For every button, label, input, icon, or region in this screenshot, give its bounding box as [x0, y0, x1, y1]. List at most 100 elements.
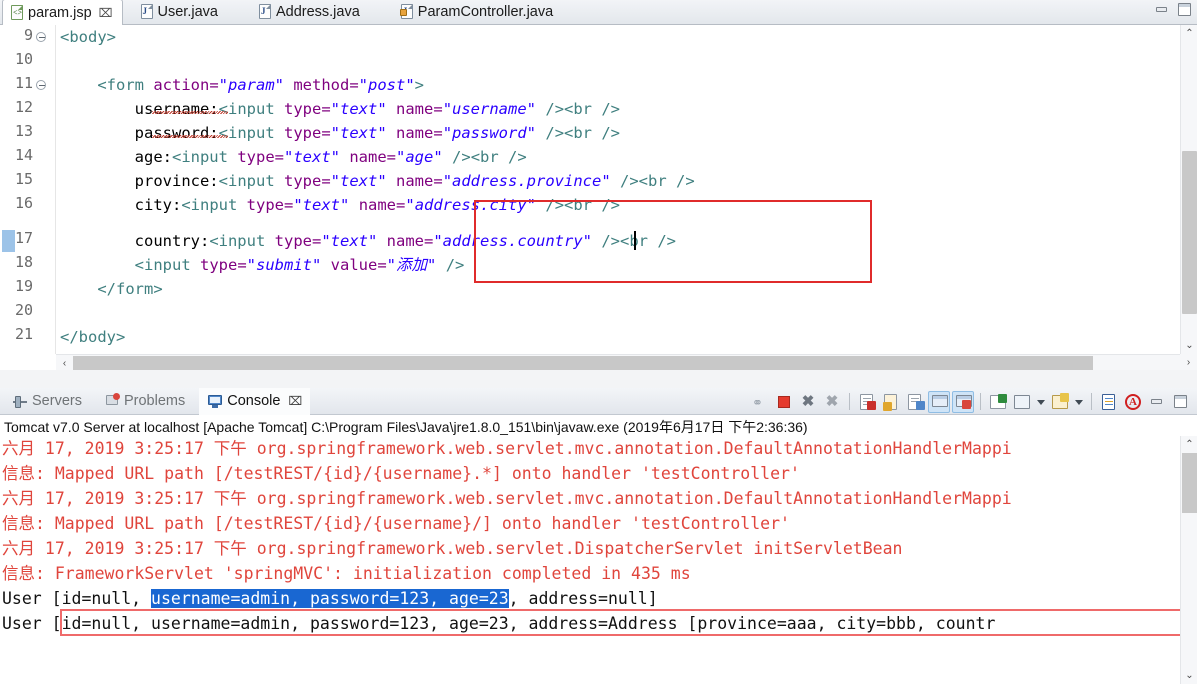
- pin-console-icon[interactable]: [987, 391, 1009, 413]
- scrollbar-thumb[interactable]: [1182, 453, 1197, 513]
- link-with-editor-icon[interactable]: ⚭: [749, 391, 771, 413]
- scrollbar-thumb[interactable]: [73, 356, 1093, 370]
- scroll-down-icon[interactable]: ⌄: [1181, 337, 1197, 354]
- editor-tab-address-java[interactable]: J Address.java: [251, 0, 369, 24]
- java-file-icon: J: [140, 4, 154, 19]
- remove-all-terminated-icon[interactable]: ✖: [821, 391, 843, 413]
- console-log-line: 信息: Mapped URL path [/testREST/{id}/{use…: [2, 464, 800, 483]
- code-line-9: <body>: [60, 28, 116, 46]
- close-icon[interactable]: ⌧: [99, 6, 113, 20]
- line-number: 17: [14, 229, 33, 247]
- user-line-prefix: User [id=null,: [2, 589, 152, 608]
- line-number: 14: [14, 146, 33, 164]
- toolbar-separator: [1091, 393, 1092, 410]
- code-line-13: password:<input type="text" name="passwo…: [134, 124, 621, 142]
- editor-tab-label: ParamController.java: [417, 3, 554, 20]
- show-console-on-error-icon[interactable]: [952, 390, 974, 413]
- editor-horizontal-scrollbar[interactable]: ‹: [56, 354, 1180, 370]
- display-selected-console-dropdown[interactable]: [1035, 391, 1047, 413]
- ant-icon[interactable]: A: [1122, 391, 1144, 413]
- text-caret: [634, 231, 636, 250]
- editor-tab-label: param.jsp: [28, 4, 92, 21]
- display-selected-console-icon[interactable]: [1011, 391, 1033, 413]
- spellcheck-underline: [152, 135, 228, 138]
- maximize-view-icon[interactable]: [1170, 391, 1192, 413]
- code-line-21: </body>: [60, 328, 126, 346]
- problems-icon: [104, 393, 120, 409]
- scroll-up-icon[interactable]: ⌃: [1181, 25, 1197, 42]
- view-tab-label: Console: [227, 393, 281, 409]
- view-tab-label: Problems: [123, 393, 186, 409]
- line-number: 10: [14, 50, 33, 68]
- editor-vertical-scrollbar[interactable]: ⌃ ⌄: [1180, 25, 1197, 354]
- view-tab-problems[interactable]: Problems: [96, 388, 193, 415]
- clear-console-icon[interactable]: [856, 391, 878, 413]
- console-log-line-user-selected: User [id=null, username=admin, password=…: [2, 586, 658, 611]
- code-editor[interactable]: 9 10 11 12 13 14 15 16 17 18 19 20 21 <b…: [0, 25, 1197, 370]
- editor-tab-user-java[interactable]: J User.java: [133, 0, 227, 24]
- console-log-line: 六月 17, 2019 3:25:17 下午 org.springframewo…: [2, 489, 1012, 508]
- console-log-line-user-boxed: User [id=null, username=admin, password=…: [2, 614, 996, 633]
- console-log-line: 信息: Mapped URL path [/testREST/{id}/{use…: [2, 514, 790, 533]
- editor-tab-param-jsp[interactable]: <> param.jsp ⌧: [2, 0, 123, 25]
- fold-toggle-icon[interactable]: [36, 32, 46, 42]
- line-number-gutter[interactable]: 9 10 11 12 13 14 15 16 17 18 19 20 21: [0, 25, 56, 354]
- console-toolbar: ⚭ ✖ ✖ A: [748, 388, 1193, 415]
- fold-toggle-icon[interactable]: [36, 80, 46, 90]
- minimize-icon[interactable]: [1153, 2, 1170, 17]
- scroll-right-icon[interactable]: ›: [1180, 354, 1197, 370]
- minimize-view-icon[interactable]: [1146, 391, 1168, 413]
- line-number: 16: [14, 194, 33, 212]
- code-line-12: username:<input type="text" name="userna…: [134, 100, 621, 118]
- console-vertical-scrollbar[interactable]: ⌃ ⌄: [1180, 436, 1197, 684]
- code-line-19: </form>: [97, 280, 163, 298]
- scroll-up-icon[interactable]: ⌃: [1181, 436, 1197, 453]
- toolbar-separator: [980, 393, 981, 410]
- editor-tab-label: Address.java: [275, 3, 360, 20]
- scrollbar-thumb[interactable]: [1182, 151, 1197, 314]
- code-line-16: city:<input type="text" name="address.ci…: [134, 196, 621, 214]
- eclipse-ide-window: <> param.jsp ⌧ J User.java J Address.jav…: [0, 0, 1197, 684]
- console-view-tab-bar: Servers Problems Console ⌧ ⚭ ✖ ✖ A: [0, 387, 1197, 415]
- scroll-down-icon[interactable]: ⌄: [1181, 667, 1197, 684]
- editor-window-controls: [1153, 2, 1193, 17]
- console-text-selection[interactable]: username=admin, password=123, age=23: [151, 589, 509, 608]
- code-text-area[interactable]: <body> <form action="param" method="post…: [56, 25, 1180, 354]
- line-number: 20: [14, 301, 33, 319]
- line-number: 13: [14, 122, 33, 140]
- code-line-17: country:<input type="text" name="address…: [134, 232, 676, 250]
- show-console-on-output-icon[interactable]: [928, 390, 950, 413]
- terminate-icon[interactable]: [773, 391, 795, 413]
- editor-tab-label: User.java: [157, 3, 218, 20]
- toolbar-separator: [849, 393, 850, 410]
- code-line-11: <form action="param" method="post">: [97, 76, 425, 94]
- maximize-icon[interactable]: [1176, 2, 1193, 17]
- editor-tab-bar: <> param.jsp ⌧ J User.java J Address.jav…: [0, 0, 1197, 25]
- line-number: 12: [14, 98, 33, 116]
- view-tab-console[interactable]: Console ⌧: [199, 387, 311, 415]
- console-output[interactable]: 六月 17, 2019 3:25:17 下午 org.springframewo…: [0, 436, 1180, 684]
- remove-launch-icon[interactable]: ✖: [797, 391, 819, 413]
- scroll-left-icon[interactable]: ‹: [56, 355, 73, 371]
- view-tab-label: Servers: [32, 393, 82, 409]
- new-console-view-icon[interactable]: [1098, 391, 1120, 413]
- java-file-locked-icon: J: [399, 4, 414, 19]
- java-file-icon: J: [258, 4, 272, 19]
- close-icon[interactable]: ⌧: [288, 394, 302, 408]
- line-number: 9: [23, 26, 33, 44]
- console-log-line: 六月 17, 2019 3:25:17 下午 org.springframewo…: [2, 539, 903, 558]
- spellcheck-underline: [152, 111, 228, 114]
- console-process-label: Tomcat v7.0 Server at localhost [Apache …: [0, 416, 1197, 438]
- open-console-dropdown[interactable]: [1073, 391, 1085, 413]
- editor-tab-paramcontroller-java[interactable]: J ParamController.java: [393, 0, 562, 24]
- line-number: 11: [14, 74, 33, 92]
- view-tab-servers[interactable]: Servers: [4, 388, 90, 415]
- open-console-icon[interactable]: [1049, 391, 1071, 413]
- lock-scroll-icon[interactable]: [880, 391, 902, 413]
- word-wrap-icon[interactable]: [904, 391, 926, 413]
- console-icon: [207, 393, 223, 409]
- code-line-18: <input type="submit" value="添加" />: [134, 256, 465, 274]
- jsp-file-icon: <>: [10, 5, 24, 20]
